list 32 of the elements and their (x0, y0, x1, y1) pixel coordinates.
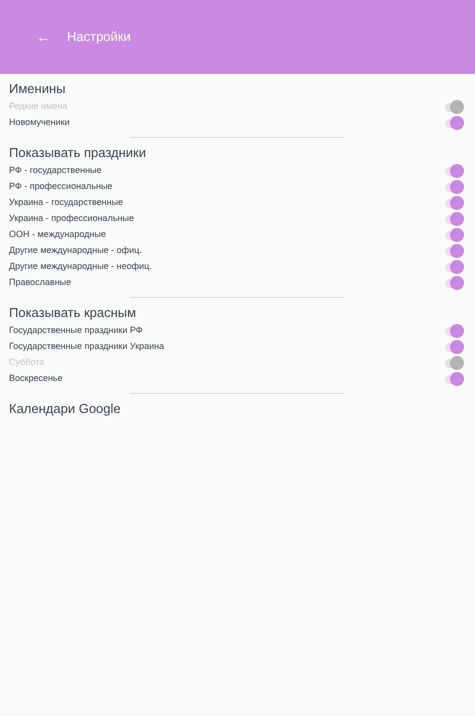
setting-label: Новомученики (9, 116, 70, 130)
toggle-switch[interactable] (444, 180, 464, 194)
setting-label: РФ - профессиональные (9, 180, 112, 194)
setting-label: РФ - государственные (9, 164, 102, 178)
setting-label: ООН - международные (9, 228, 106, 242)
toggle-switch[interactable] (444, 356, 464, 370)
section-title: Показывать красным (8, 304, 138, 322)
toggle-switch[interactable] (444, 324, 464, 338)
toggle-switch[interactable] (444, 260, 464, 274)
section-title: Календари Google (8, 400, 122, 418)
section-title: Показывать праздники (8, 144, 147, 162)
setting-label: Украина - профессиональные (9, 212, 134, 226)
setting-label: Воскресенье (9, 372, 63, 386)
setting-label: Украина - государственные (9, 196, 124, 210)
toggle-switch[interactable] (444, 100, 464, 114)
back-button[interactable]: ← (36, 30, 51, 44)
toggle-switch[interactable] (444, 244, 464, 258)
screen-title: Настройки (67, 28, 131, 46)
section-title: Именины (8, 80, 66, 98)
toggle-switch[interactable] (444, 276, 464, 290)
toggle-switch[interactable] (444, 164, 464, 178)
toggle-switch[interactable] (444, 116, 464, 130)
setting-label: Православные (9, 276, 72, 290)
toggle-switch[interactable] (444, 196, 464, 210)
toggle-switch[interactable] (444, 212, 464, 226)
setting-label: Государственные праздники РФ (9, 324, 143, 338)
setting-label: Другие международные - офиц. (9, 244, 142, 258)
toggle-switch[interactable] (444, 372, 464, 386)
toggle-switch[interactable] (444, 340, 464, 354)
setting-label: Государственные праздники Украина (9, 340, 164, 354)
toggle-switch[interactable] (444, 228, 464, 242)
setting-label: Другие международные - неофиц. (9, 260, 152, 274)
